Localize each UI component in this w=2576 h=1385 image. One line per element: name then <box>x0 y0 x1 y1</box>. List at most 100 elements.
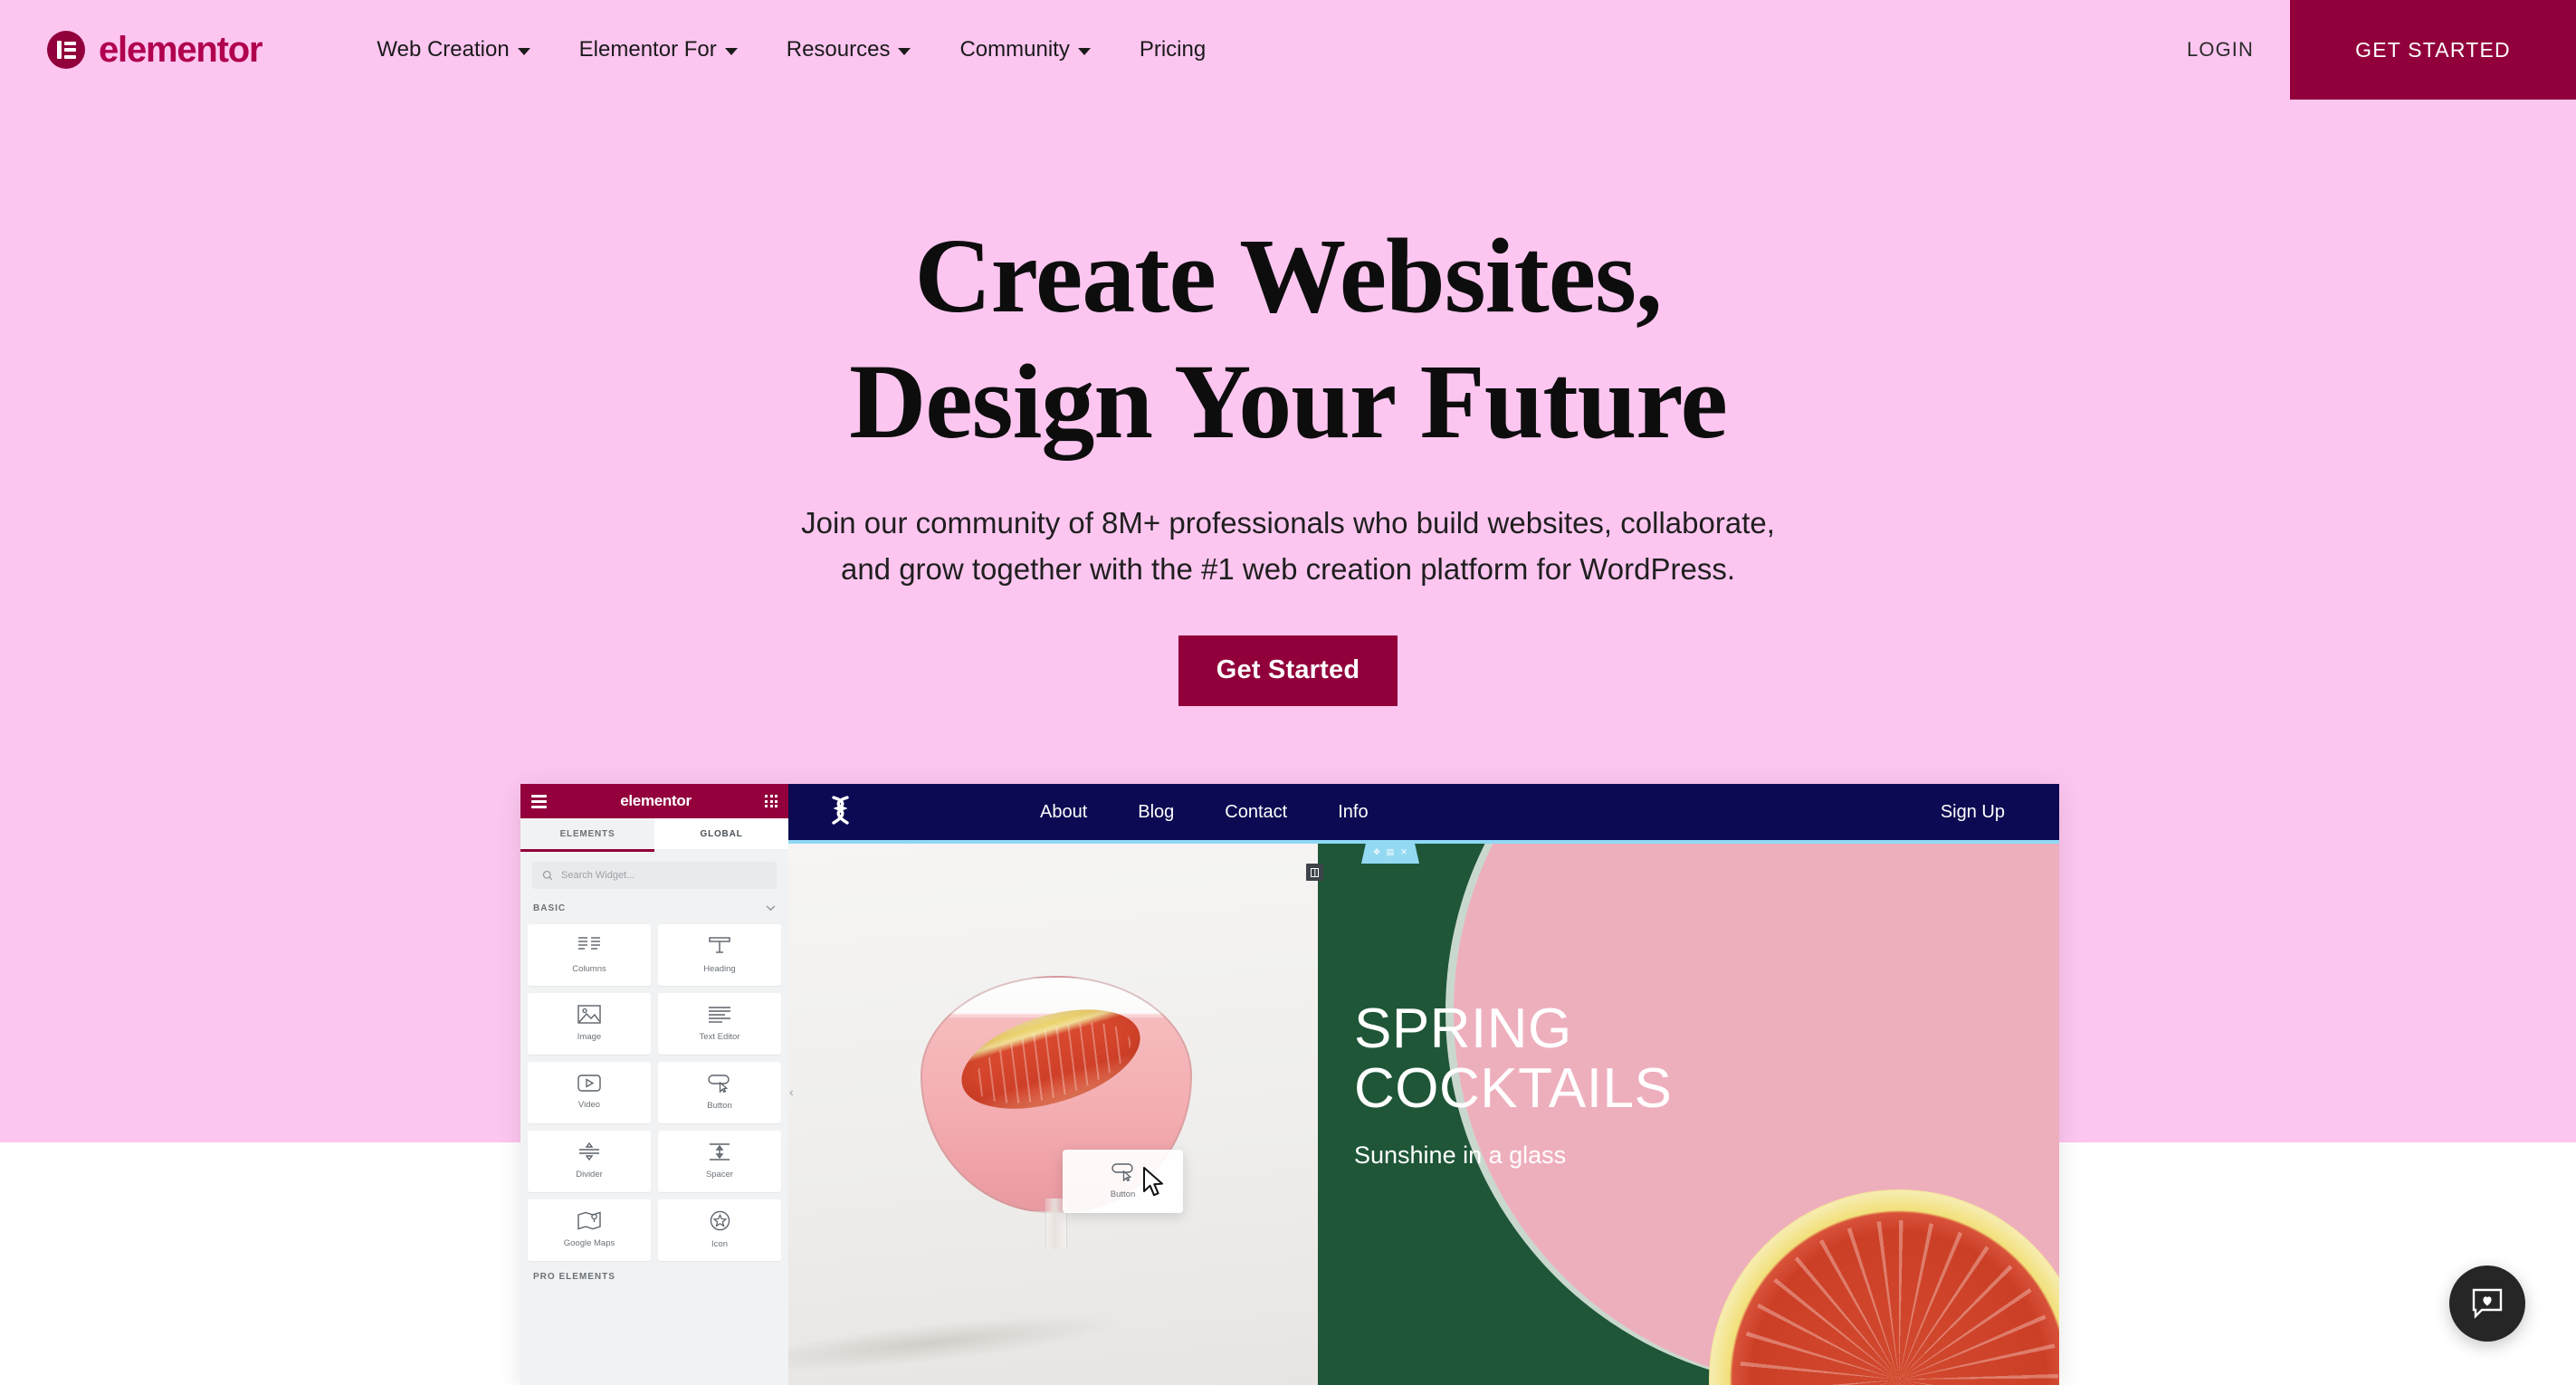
chevron-down-icon <box>1077 47 1091 55</box>
hero-subtitle-line-1: Join our community of 8M+ professionals … <box>801 506 1775 540</box>
widget-label: Spacer <box>705 1170 734 1180</box>
section-basic-header[interactable]: BASIC <box>520 897 788 921</box>
hero-subtitle-line-2: and grow together with the #1 web creati… <box>840 551 1736 586</box>
hero-section: Create Websites, Design Your Future Join… <box>0 0 2576 706</box>
get-started-button-hero[interactable]: Get Started <box>1178 635 1398 706</box>
chevron-left-icon[interactable]: ‹ <box>789 1084 794 1099</box>
widget-google-maps[interactable]: Google Maps <box>528 1199 651 1261</box>
preview-nav-signup[interactable]: Sign Up <box>1941 802 2005 823</box>
widget-label: Icon <box>711 1239 728 1249</box>
nav-label: Resources <box>786 37 891 62</box>
chevron-down-icon <box>898 47 911 55</box>
widget-spacer[interactable]: Spacer <box>658 1130 781 1192</box>
search-placeholder: Search Widget... <box>561 869 635 881</box>
editor-panel: elementor ELEMENTS GLOBAL Search Widget.… <box>520 784 788 1385</box>
widget-text-editor[interactable]: Text Editor <box>658 992 781 1055</box>
video-play-icon <box>577 1075 601 1092</box>
widget-label: Image <box>577 1032 602 1042</box>
panel-tabs: ELEMENTS GLOBAL <box>520 818 788 849</box>
promo-content: SPRING COCKTAILS Sunshine in a glass <box>1354 999 1672 1170</box>
widget-divider[interactable]: Divider <box>528 1130 651 1192</box>
get-started-button-header[interactable]: GET STARTED <box>2290 0 2576 100</box>
spacer-icon <box>710 1143 730 1161</box>
nav-item-web-creation[interactable]: Web Creation <box>352 37 554 62</box>
image-icon <box>577 1005 601 1024</box>
widget-label: Heading <box>703 963 736 974</box>
heading-t-icon <box>709 936 730 953</box>
promo-headline-line-1: SPRING <box>1354 998 1572 1060</box>
preview-nav-about[interactable]: About <box>1040 802 1087 823</box>
preview-nav-blog[interactable]: Blog <box>1138 802 1174 823</box>
widget-label: Text Editor <box>699 1031 740 1042</box>
section-pro-elements-header[interactable]: PRO ELEMENTS <box>520 1272 788 1282</box>
chat-heart-icon <box>2472 1288 2503 1319</box>
widget-grid: Columns Heading Image Text Editor Video … <box>520 921 788 1261</box>
close-icon[interactable]: ✕ <box>1400 847 1407 856</box>
nav-label: Web Creation <box>377 37 510 62</box>
button-cursor-icon <box>708 1074 730 1093</box>
button-cursor-icon <box>1111 1163 1133 1181</box>
hero-title-line-2: Design Your Future <box>849 342 1728 462</box>
tab-elements[interactable]: ELEMENTS <box>520 818 654 849</box>
promo-headline-line-2: COCKTAILS <box>1354 1056 1673 1120</box>
site-monogram-icon[interactable] <box>828 795 854 830</box>
editor-canvas: About Blog Contact Info Sign Up ✥ ▤ ✕ SP… <box>788 784 2059 1385</box>
preview-nav-info[interactable]: Info <box>1338 802 1368 823</box>
column-handle-icon[interactable] <box>1306 864 1323 881</box>
header-actions: LOGIN GET STARTED <box>2151 0 2576 100</box>
site-header: elementor Web Creation Elementor For Res… <box>0 0 2576 100</box>
nav-item-elementor-for[interactable]: Elementor For <box>555 37 762 62</box>
grid-apps-icon[interactable] <box>765 795 778 807</box>
move-icon[interactable]: ✥ <box>1373 847 1380 856</box>
brand-logo[interactable]: elementor <box>47 29 263 71</box>
nav-item-pricing[interactable]: Pricing <box>1115 37 1230 62</box>
dragged-widget-label: Button <box>1110 1189 1136 1199</box>
brand-name: elementor <box>99 29 263 70</box>
chat-widget-button[interactable] <box>2449 1266 2525 1342</box>
widget-columns[interactable]: Columns <box>528 923 651 986</box>
widget-heading[interactable]: Heading <box>658 923 781 986</box>
widget-label: Video <box>577 1100 601 1110</box>
page-title: Create Websites, Design Your Future <box>0 213 2576 464</box>
nav-item-resources[interactable]: Resources <box>762 37 936 62</box>
grapefruit-slice <box>949 990 1152 1128</box>
preview-nav-links: About Blog Contact Info <box>1040 802 1369 823</box>
preview-nav-contact[interactable]: Contact <box>1225 802 1287 823</box>
hero-title-line-1: Create Websites, <box>914 216 1662 335</box>
search-input[interactable]: Search Widget... <box>532 861 777 889</box>
promo-headline: SPRING COCKTAILS <box>1354 999 1672 1118</box>
panel-logo: elementor <box>620 792 692 809</box>
widget-image[interactable]: Image <box>528 992 651 1055</box>
star-circle-icon <box>710 1210 730 1231</box>
text-lines-icon <box>709 1006 730 1023</box>
columns-icon <box>578 936 600 950</box>
page-root: elementor Web Creation Elementor For Res… <box>0 0 2576 1385</box>
section-basic-label: BASIC <box>533 903 567 913</box>
tab-global[interactable]: GLOBAL <box>654 818 788 849</box>
preview-stage: SPRING COCKTAILS Sunshine in a glass <box>788 844 2059 1385</box>
divider-icon <box>579 1142 599 1161</box>
mouse-pointer-icon <box>1142 1167 1166 1202</box>
promo-tagline: Sunshine in a glass <box>1354 1141 1567 1170</box>
promo-panel: SPRING COCKTAILS Sunshine in a glass <box>1318 844 2059 1385</box>
widget-label: Button <box>707 1100 732 1111</box>
chevron-down-icon <box>766 905 776 912</box>
login-link[interactable]: LOGIN <box>2151 38 2290 62</box>
nav-label: Community <box>959 37 1070 62</box>
map-pin-icon <box>577 1211 601 1230</box>
widget-label: Google Maps <box>563 1238 615 1248</box>
columns-handle-icon[interactable]: ▤ <box>1387 847 1395 856</box>
widget-icon[interactable]: Icon <box>658 1199 781 1261</box>
elementor-logo-icon <box>47 31 85 69</box>
chevron-down-icon <box>517 47 530 55</box>
widget-button[interactable]: Button <box>658 1061 781 1123</box>
nav-item-community[interactable]: Community <box>935 37 1114 62</box>
search-icon <box>542 870 553 880</box>
hamburger-icon[interactable] <box>531 794 547 808</box>
panel-header: elementor <box>520 784 788 818</box>
widget-video[interactable]: Video <box>528 1061 651 1123</box>
nav-label: Pricing <box>1139 37 1207 62</box>
hero-subtitle: Join our community of 8M+ professionals … <box>0 501 2576 591</box>
section-handle-toolbar[interactable]: ✥ ▤ ✕ <box>1361 840 1419 864</box>
preview-site-nav: About Blog Contact Info Sign Up <box>788 784 2059 840</box>
